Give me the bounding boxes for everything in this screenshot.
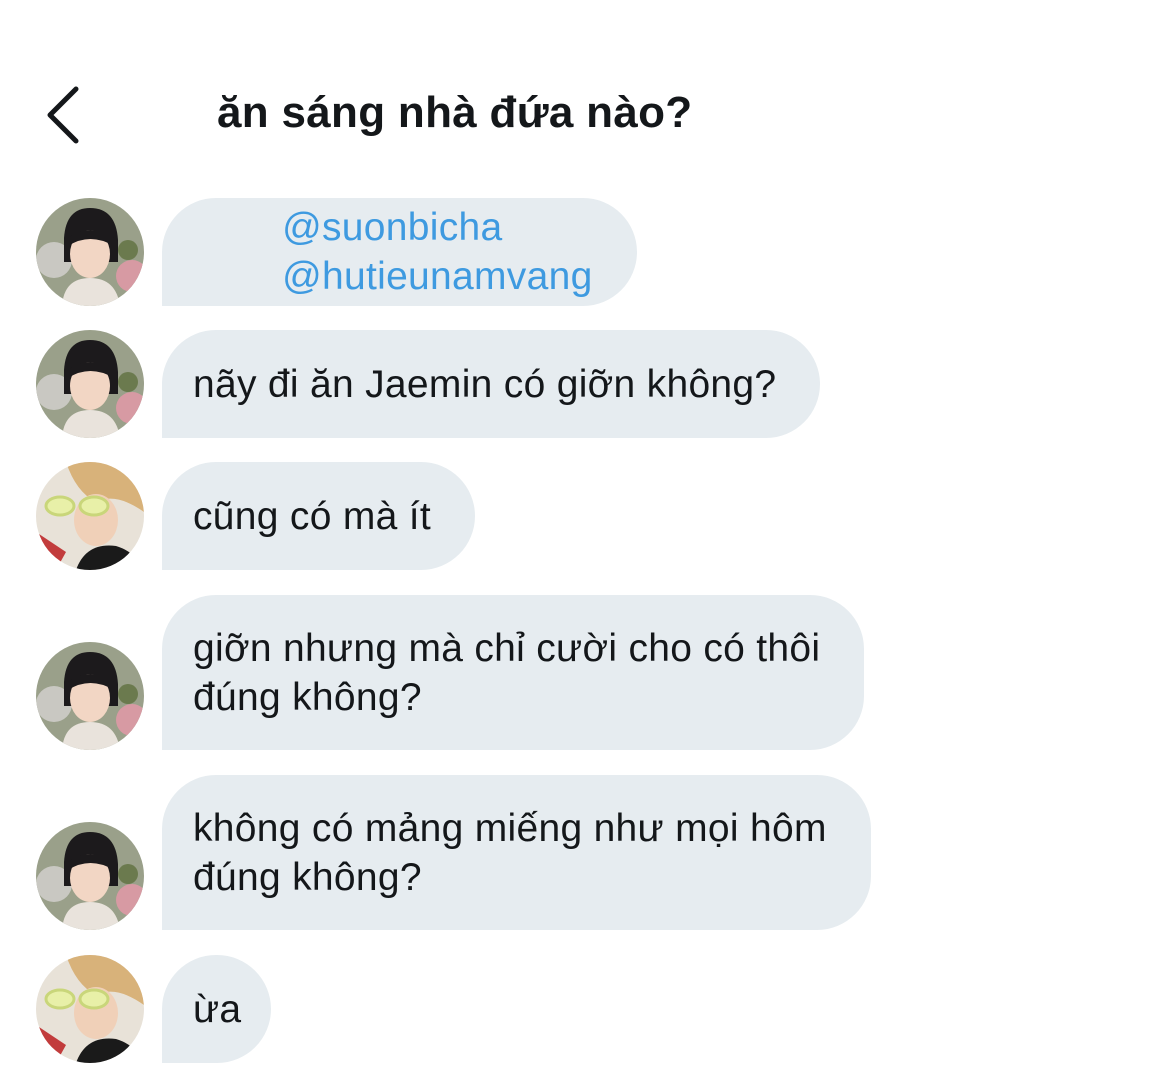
mention-link[interactable]: @suonbicha — [282, 206, 502, 249]
message-bubble: ừa — [162, 955, 272, 1063]
message-text: cũng có mà ít — [193, 494, 432, 538]
avatar-image — [36, 642, 144, 750]
avatar-image — [36, 822, 144, 930]
avatar-user-a[interactable] — [36, 822, 144, 930]
avatar-user-a[interactable] — [36, 642, 144, 750]
avatar-user-b[interactable] — [36, 955, 144, 1063]
message-bubble: @suonbicha @hutieunamvang — [162, 198, 637, 306]
mention-link[interactable]: @hutieunamvang — [282, 255, 593, 298]
message-text: không có mảng miếng như mọi hôm đúng khô… — [193, 806, 827, 899]
avatar-user-a[interactable] — [36, 198, 144, 306]
message-text: giỡn nhưng mà chỉ cười cho có thôi đúng … — [193, 626, 821, 719]
message-bubble: cũng có mà ít — [162, 462, 476, 570]
avatar-image — [36, 330, 144, 438]
message-bubble: không có mảng miếng như mọi hôm đúng khô… — [162, 775, 871, 930]
avatar-image — [36, 462, 144, 570]
message-list: @suonbicha @hutieunamvang nãy đi ăn Jaem… — [0, 0, 1169, 1077]
message-text: nãy đi ăn Jaemin có giỡn không? — [193, 362, 777, 406]
message-text: ừa — [193, 987, 242, 1031]
message-bubble: nãy đi ăn Jaemin có giỡn không? — [162, 330, 821, 438]
avatar-image — [36, 198, 144, 306]
avatar-image — [36, 955, 144, 1063]
avatar-user-b[interactable] — [36, 462, 144, 570]
message-bubble: giỡn nhưng mà chỉ cười cho có thôi đúng … — [162, 595, 865, 750]
avatar-user-a[interactable] — [36, 330, 144, 438]
